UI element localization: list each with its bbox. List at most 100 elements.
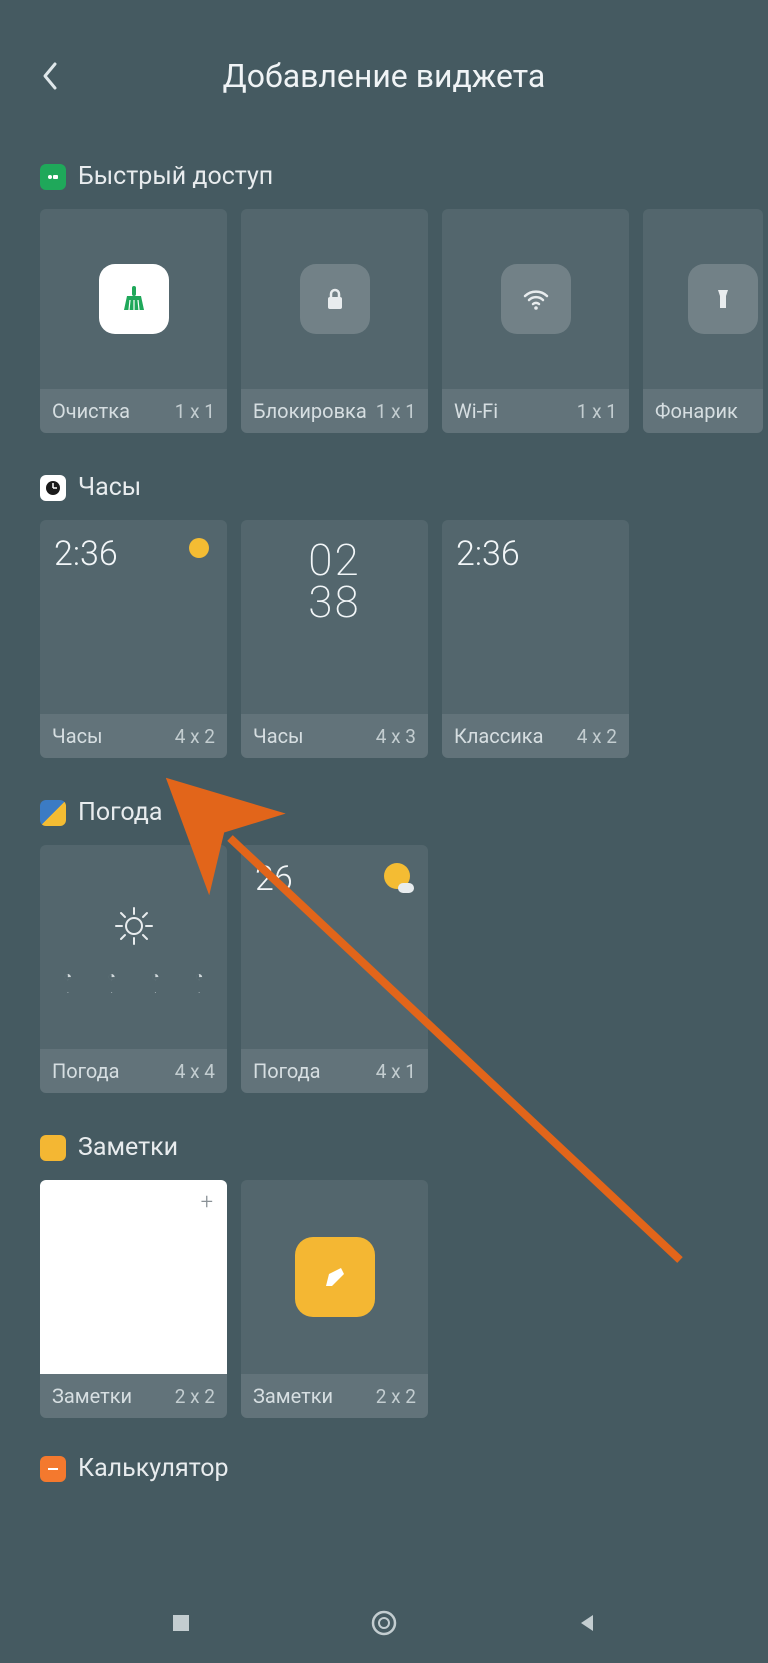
wifi-tile	[501, 264, 571, 334]
section-title: Погода	[78, 798, 162, 827]
widget-label: Заметки	[253, 1384, 333, 1408]
widget-footer: Классика 4 x 2	[442, 714, 629, 758]
widget-card-clock-4x3[interactable]: 02 38 Часы 4 x 3	[241, 520, 428, 758]
widget-label: Очистка	[52, 399, 130, 423]
nav-recent-button[interactable]	[161, 1603, 201, 1643]
clock-app-icon	[40, 475, 66, 501]
sun-icon	[384, 863, 410, 889]
widget-card-flashlight[interactable]: Фонарик	[643, 209, 763, 433]
widget-preview	[241, 209, 428, 389]
widget-label: Блокировка	[253, 399, 367, 423]
widget-label: Погода	[253, 1059, 321, 1083]
section-title: Часы	[78, 473, 141, 502]
widget-footer: Часы 4 x 2	[40, 714, 227, 758]
sun-icon	[112, 904, 156, 948]
widget-size: 1 x 1	[175, 400, 215, 423]
content-area: Быстрый доступ О	[0, 162, 768, 1483]
notes-row: + Заметки 2 x 2 Замет	[40, 1180, 728, 1418]
widget-footer: Погода 4 x 4	[40, 1049, 227, 1093]
circle-icon	[369, 1608, 399, 1638]
widget-size: 1 x 1	[577, 400, 617, 423]
widget-label: Классика	[454, 724, 543, 748]
weather-app-icon	[40, 800, 66, 826]
nav-home-button[interactable]	[364, 1603, 404, 1643]
widget-preview: +	[40, 1180, 227, 1374]
section-header: Часы	[40, 473, 728, 502]
wifi-icon	[519, 282, 553, 316]
widget-preview: ◔· ◔· ◔· ◔·	[40, 845, 227, 1049]
section-header: Заметки	[40, 1133, 728, 1162]
widget-size: 2 x 2	[376, 1385, 416, 1408]
widget-card-weather-4x4[interactable]: ◔· ◔· ◔· ◔· Погода 4 x 4	[40, 845, 227, 1093]
section-header: Погода	[40, 798, 728, 827]
back-button[interactable]	[30, 56, 70, 96]
plus-icon: +	[201, 1190, 213, 1215]
widget-footer: Заметки 2 x 2	[40, 1374, 227, 1418]
clock-row: 2:36 Часы 4 x 2 02 38 Часы 4	[40, 520, 728, 758]
widget-preview	[643, 209, 763, 389]
widget-footer: Заметки 2 x 2	[241, 1374, 428, 1418]
section-weather: Погода	[40, 798, 728, 1093]
lock-tile	[300, 264, 370, 334]
clock-big-time: 02 38	[255, 540, 414, 624]
section-title: Заметки	[78, 1133, 178, 1162]
section-clock: Часы 2:36 Часы 4 x 2 02 38	[40, 473, 728, 758]
triangle-back-icon	[575, 1611, 599, 1635]
quick-access-row: Очистка 1 x 1 Блокировка 1 x 1	[40, 209, 768, 433]
temperature-text: 26	[255, 859, 293, 899]
widget-footer: Погода 4 x 1	[241, 1049, 428, 1093]
widget-footer: Блокировка 1 x 1	[241, 389, 428, 433]
broom-icon	[117, 282, 151, 316]
lock-icon	[320, 284, 350, 314]
navigation-bar	[0, 1583, 768, 1663]
widget-card-lock[interactable]: Блокировка 1 x 1	[241, 209, 428, 433]
clock-minute: 38	[308, 576, 360, 628]
widget-footer: Фонарик	[643, 389, 763, 433]
section-title: Быстрый доступ	[78, 162, 273, 191]
notes-app-icon	[40, 1135, 66, 1161]
section-calculator: Калькулятор	[40, 1454, 728, 1483]
widget-label: Часы	[52, 724, 103, 748]
widget-preview: 02 38	[241, 520, 428, 714]
header-bar: Добавление виджета	[0, 0, 768, 140]
widget-size: 4 x 2	[577, 725, 617, 748]
widget-card-clock-4x2[interactable]: 2:36 Часы 4 x 2	[40, 520, 227, 758]
section-header: Быстрый доступ	[40, 162, 728, 191]
widget-footer: Wi-Fi 1 x 1	[442, 389, 629, 433]
widget-label: Заметки	[52, 1384, 132, 1408]
sun-icon	[189, 538, 209, 558]
widget-card-wifi[interactable]: Wi-Fi 1 x 1	[442, 209, 629, 433]
widget-card-weather-4x1[interactable]: 26 Погода 4 x 1	[241, 845, 428, 1093]
widget-preview: 2:36	[40, 520, 227, 714]
widget-preview: 2:36	[442, 520, 629, 714]
widget-size: 4 x 3	[376, 725, 416, 748]
section-notes: Заметки + Заметки 2 x 2	[40, 1133, 728, 1418]
widget-card-clock-classic[interactable]: 2:36 Классика 4 x 2	[442, 520, 629, 758]
clock-time-text: 2:36	[456, 534, 520, 574]
widget-size: 2 x 2	[175, 1385, 215, 1408]
section-header: Калькулятор	[40, 1454, 728, 1483]
widget-card-cleanup[interactable]: Очистка 1 x 1	[40, 209, 227, 433]
widget-label: Фонарик	[655, 399, 738, 423]
back-chevron-icon	[41, 61, 59, 91]
weather-row: ◔· ◔· ◔· ◔· Погода 4 x 4 26	[40, 845, 728, 1093]
notes-tile	[295, 1237, 375, 1317]
quick-access-app-icon	[40, 164, 66, 190]
calculator-app-icon	[40, 1456, 66, 1482]
widget-footer: Очистка 1 x 1	[40, 389, 227, 433]
section-title: Калькулятор	[78, 1454, 229, 1483]
widget-preview	[241, 1180, 428, 1374]
flashlight-icon	[708, 284, 738, 314]
flashlight-tile	[688, 264, 758, 334]
cleanup-tile	[99, 264, 169, 334]
widget-label: Погода	[52, 1059, 120, 1083]
widget-card-notes-icon[interactable]: Заметки 2 x 2	[241, 1180, 428, 1418]
widget-preview	[40, 209, 227, 389]
notes-white-preview: +	[40, 1180, 227, 1374]
widget-size: 1 x 1	[376, 400, 416, 423]
nav-back-button[interactable]	[567, 1603, 607, 1643]
section-quick-access: Быстрый доступ О	[40, 162, 728, 433]
widget-card-notes-list[interactable]: + Заметки 2 x 2	[40, 1180, 227, 1418]
forecast-row: ◔· ◔· ◔· ◔·	[40, 968, 227, 1013]
page-title: Добавление виджета	[70, 57, 738, 95]
